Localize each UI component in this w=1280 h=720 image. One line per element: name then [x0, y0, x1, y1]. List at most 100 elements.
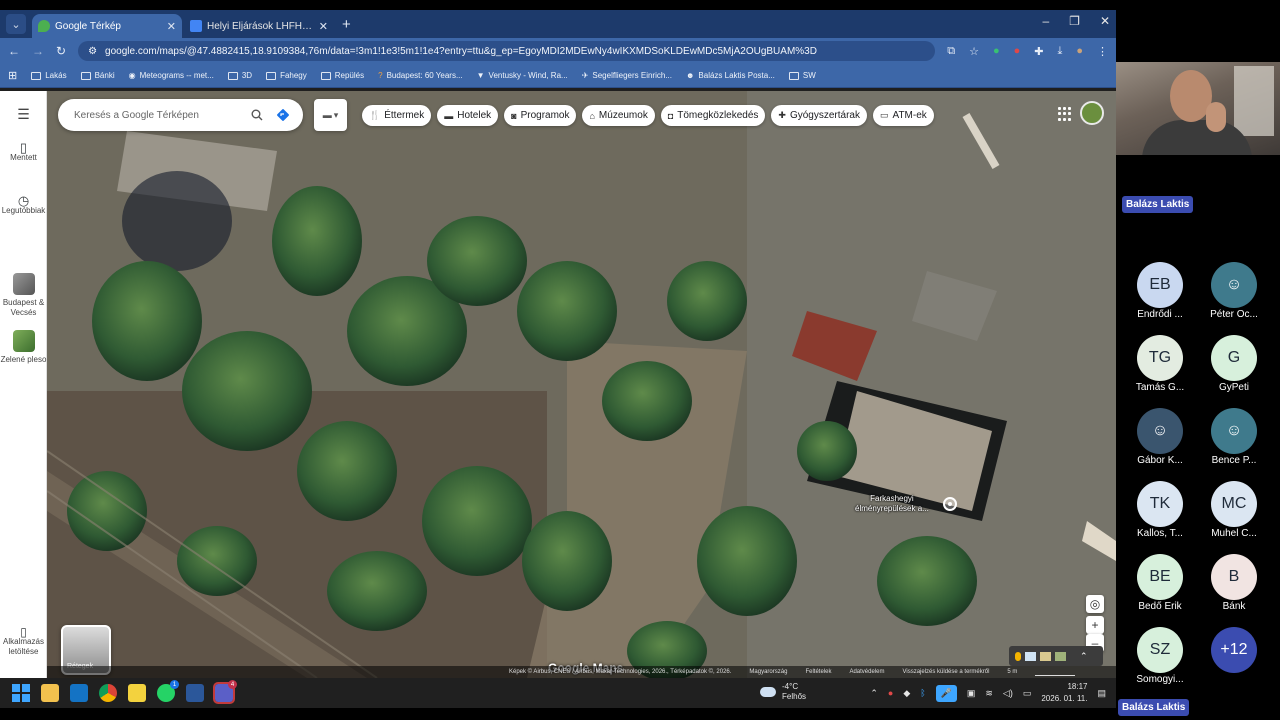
profile-icon[interactable]: ●	[1076, 45, 1083, 57]
participant-tile[interactable]: BE Bedő Erik	[1120, 554, 1200, 612]
participant-tile[interactable]: ☺ Gábor K...	[1120, 408, 1200, 466]
participant-tile[interactable]: B Bánk	[1194, 554, 1274, 612]
chip-museums[interactable]: ⌂ Múzeumok	[582, 105, 655, 126]
account-avatar[interactable]	[1080, 101, 1104, 125]
weather-widget[interactable]: -4°C Felhős	[760, 682, 806, 702]
bookmark-item[interactable]: SW	[788, 71, 816, 80]
teams-icon[interactable]: 4	[213, 680, 237, 704]
chip-transit[interactable]: ◘ Tömegközlekedés	[660, 105, 766, 126]
footer-link[interactable]: Feltételek	[805, 669, 831, 675]
menu-icon[interactable]: ⋮	[1097, 45, 1108, 58]
search-input[interactable]: Keresés a Google Térképen	[74, 110, 241, 121]
install-icon[interactable]: ⧉	[947, 45, 955, 58]
microphone-icon[interactable]: 🎤	[935, 684, 957, 702]
close-tab-icon[interactable]: ✕	[167, 20, 176, 33]
expand-chevron-icon[interactable]: ⌃	[1080, 651, 1088, 662]
wifi-icon[interactable]: ≋	[985, 688, 993, 699]
bookmark-item[interactable]: ▼ Ventusky - Wind, Ra...	[477, 71, 568, 80]
clock[interactable]: 18:17 2026. 01. 11.	[1041, 681, 1087, 705]
tab-search-button[interactable]: ⌄	[6, 14, 26, 34]
my-location-icon[interactable]: ◎	[1086, 595, 1104, 613]
bookmark-item[interactable]: ✈ Segelfliegers Einrich...	[582, 71, 672, 80]
forward-icon[interactable]: →	[32, 44, 44, 58]
bookmark-item[interactable]: 3D	[227, 71, 252, 80]
download-icon[interactable]: ⤓	[1057, 45, 1062, 58]
tab-docs[interactable]: Helyi Eljárások LHFH 2025 - Go ✕	[184, 14, 334, 38]
participant-tile[interactable]: EB Endrődi ...	[1120, 262, 1200, 320]
participant-tile[interactable]: G GyPeti	[1194, 335, 1274, 393]
footer-link[interactable]: Visszajelzés küldése a termékről	[902, 669, 989, 675]
bookmark-item[interactable]: ☻ Balázs Laktis Posta...	[686, 71, 775, 80]
restore-icon[interactable]: ❐	[1069, 14, 1080, 28]
extensions-icon[interactable]: ✚	[1034, 45, 1043, 58]
sticky-notes-icon[interactable]	[128, 684, 146, 702]
grammarly-icon[interactable]: ●	[993, 45, 1000, 57]
reload-icon[interactable]: ↻	[56, 44, 66, 58]
map-type-thumb[interactable]	[1040, 651, 1051, 661]
recents-button[interactable]: ◷ Legutóbbiak	[0, 194, 47, 216]
search-box[interactable]: Keresés a Google Térképen	[58, 99, 303, 131]
participant-tile[interactable]: ☺ Péter Oc...	[1194, 262, 1274, 320]
chip-things-to-do[interactable]: ◙ Programok	[504, 105, 577, 126]
zoom-in-button[interactable]: +	[1086, 616, 1104, 634]
footer-link[interactable]: Adatvédelem	[849, 669, 884, 675]
participant-tile[interactable]: MC Muhel C...	[1194, 481, 1274, 539]
place-label[interactable]: Farkashegyi élményrepülések a...	[855, 494, 929, 514]
bookmark-item[interactable]: Fahegy	[266, 71, 307, 80]
bookmark-item[interactable]: ? Budapest: 60 Years...	[378, 71, 463, 80]
bookmark-item[interactable]: ◉ Meteograms -- met...	[129, 71, 214, 80]
participant-tile[interactable]: TG Tamás G...	[1120, 335, 1200, 393]
new-tab-icon[interactable]: +	[342, 16, 351, 33]
tray-app-icon[interactable]: ●	[888, 688, 893, 698]
chip-hotels[interactable]: ▬ Hotelek	[437, 105, 499, 126]
file-explorer-icon[interactable]	[41, 684, 59, 702]
participant-tile[interactable]: TK Kallos, T...	[1120, 481, 1200, 539]
directions-icon[interactable]	[273, 105, 293, 125]
google-apps-icon[interactable]	[1058, 107, 1072, 121]
map-type-thumb[interactable]	[1055, 651, 1066, 661]
bluetooth-icon[interactable]: ᛒ	[920, 688, 925, 698]
chip-restaurants[interactable]: 🍴 Éttermek	[362, 105, 432, 126]
back-icon[interactable]: ←	[8, 44, 20, 58]
battery-icon[interactable]: ▭	[1023, 688, 1032, 699]
monitor-icon[interactable]: ▣	[967, 688, 976, 699]
chip-pharmacies[interactable]: ✚ Gyógyszertárak	[771, 105, 867, 126]
recent-place-zelene[interactable]: Zelené pleso	[0, 330, 47, 365]
saved-button[interactable]: ▯ Mentett	[0, 141, 47, 163]
star-icon[interactable]: ☆	[969, 45, 979, 58]
place-pin-icon[interactable]	[943, 497, 957, 511]
chip-atms[interactable]: ▭ ATM-ek	[873, 105, 934, 126]
address-bar[interactable]: ⚙ google.com/maps/@47.4882415,18.9109384…	[78, 41, 936, 61]
apps-icon[interactable]: ⊞	[8, 69, 17, 82]
volume-icon[interactable]: ◁)	[1003, 688, 1013, 699]
whatsapp-icon[interactable]: 1	[157, 680, 179, 702]
map-type-thumb[interactable]	[1025, 651, 1036, 661]
participant-tile[interactable]: SZ Somogyi...	[1120, 627, 1200, 685]
search-icon[interactable]	[247, 105, 267, 125]
speaker-video[interactable]	[1116, 62, 1280, 155]
bookmark-item[interactable]: Lakás	[31, 71, 67, 80]
bookmark-item[interactable]: Bánki	[80, 71, 115, 80]
get-app-button[interactable]: ▯ Alkalmazás letöltése	[0, 626, 47, 657]
recent-place-budapest[interactable]: Budapest & Vecsés	[0, 273, 47, 318]
pegman-icon[interactable]	[1015, 651, 1021, 661]
menu-button[interactable]: ☰	[0, 107, 47, 121]
tab-google-maps[interactable]: Google Térkép ✕	[32, 14, 182, 38]
start-icon[interactable]	[12, 684, 30, 702]
outlook-icon[interactable]	[70, 684, 88, 702]
word-icon[interactable]	[186, 684, 204, 702]
adblock-icon[interactable]: ●	[1014, 45, 1021, 57]
participant-tile[interactable]: ☺ Bence P...	[1194, 408, 1274, 466]
input-tools-button[interactable]: ▬ ▾	[314, 99, 347, 131]
chevron-up-icon[interactable]: ⌃	[870, 688, 878, 699]
minimize-icon[interactable]: –	[1042, 14, 1049, 28]
bookmark-item[interactable]: Repülés	[320, 71, 364, 80]
security-icon[interactable]: ◆	[903, 688, 910, 699]
chrome-icon[interactable]	[99, 684, 117, 702]
footer-link[interactable]: Magyarország	[749, 669, 787, 675]
close-window-icon[interactable]: ✕	[1100, 14, 1110, 28]
close-tab-icon[interactable]: ✕	[319, 20, 328, 33]
site-info-icon[interactable]: ⚙	[88, 46, 97, 57]
satellite-map[interactable]: Keresés a Google Térképen ▬ ▾ 🍴 Éttermek ▬…	[47, 91, 1116, 678]
notifications-icon[interactable]: ▤	[1097, 688, 1106, 699]
